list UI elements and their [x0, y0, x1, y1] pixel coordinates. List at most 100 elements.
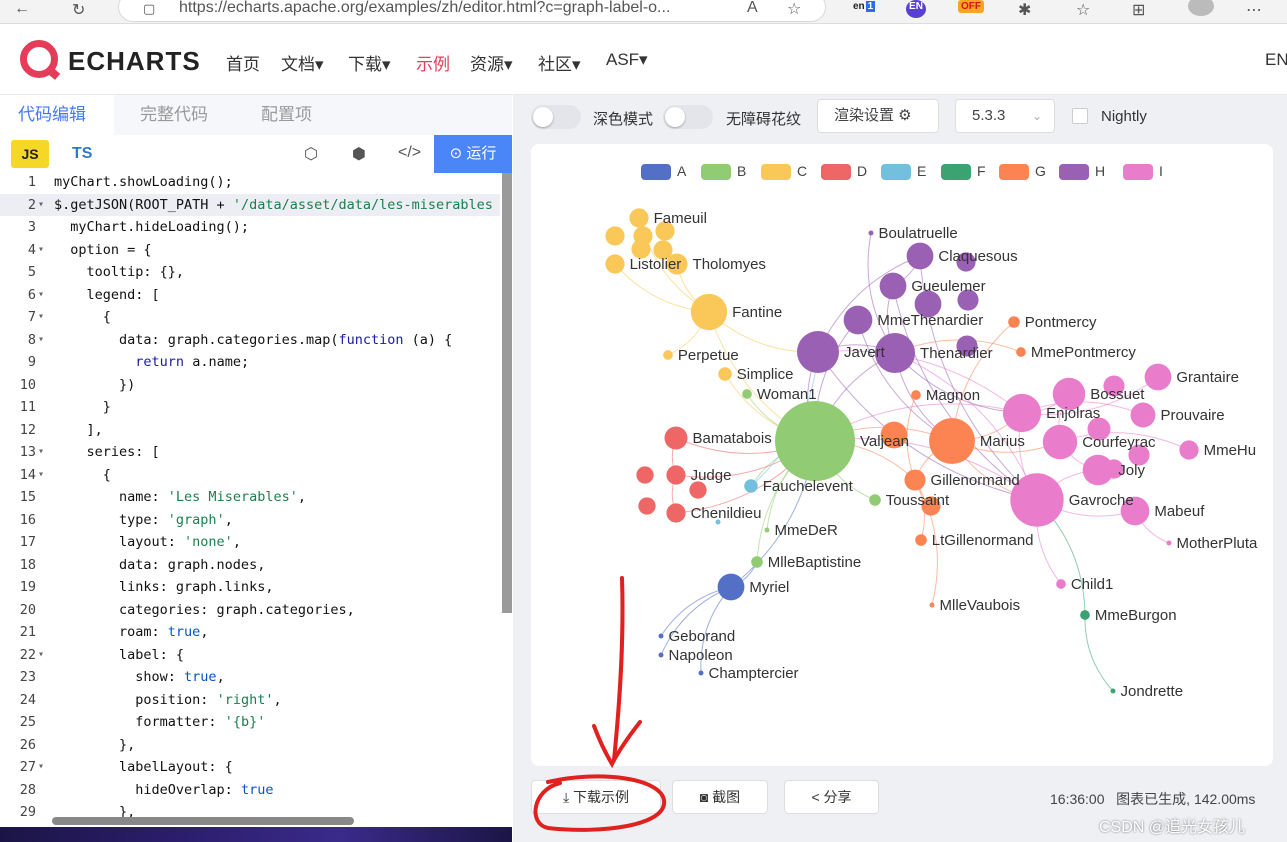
code-line[interactable]: 8 ▾ data: graph.categories.map(function (…	[0, 329, 500, 352]
graph-node[interactable]	[904, 469, 926, 491]
code-line[interactable]: 18 data: graph.nodes,	[0, 554, 500, 577]
js-language-button[interactable]: JS	[11, 140, 49, 168]
graph-node[interactable]	[1080, 610, 1090, 620]
graph-node[interactable]	[906, 242, 934, 270]
fold-arrow-icon[interactable]: ▾	[38, 306, 44, 329]
graph-node[interactable]	[1082, 454, 1114, 486]
code-line[interactable]: 15 name: 'Les Miserables',	[0, 486, 500, 509]
fold-arrow-icon[interactable]: ▾	[38, 194, 44, 217]
fold-arrow-icon[interactable]: ▾	[38, 239, 44, 262]
logo-text[interactable]: ECHARTS	[68, 46, 201, 77]
code-line[interactable]: 23 show: true,	[0, 666, 500, 689]
graph-node[interactable]	[1144, 363, 1172, 391]
graph-node[interactable]	[1008, 316, 1020, 328]
nightly-checkbox[interactable]	[1072, 108, 1088, 124]
favorite-icon[interactable]: ☆	[787, 0, 801, 19]
code-line[interactable]: 16 type: 'graph',	[0, 509, 500, 532]
graph-node[interactable]	[929, 418, 975, 464]
code-line[interactable]: 17 layout: 'none',	[0, 531, 500, 554]
address-bar[interactable]: ▢ https://echarts.apache.org/examples/zh…	[118, 0, 826, 22]
graph-node[interactable]	[690, 293, 728, 331]
tab-full-code[interactable]: 完整代码	[122, 95, 226, 135]
graph-node[interactable]	[843, 305, 873, 335]
graph-node[interactable]	[1130, 402, 1156, 428]
fold-arrow-icon[interactable]: ▾	[38, 329, 44, 352]
graph-node[interactable]	[658, 652, 664, 658]
graph-node[interactable]	[605, 226, 625, 246]
vertical-scrollbar[interactable]	[502, 173, 512, 613]
code-line[interactable]: 5 tooltip: {},	[0, 261, 500, 284]
collections-icon[interactable]: ⊞	[1132, 0, 1145, 20]
code-line[interactable]: 12 ],	[0, 419, 500, 442]
code-line[interactable]: 20 categories: graph.categories,	[0, 599, 500, 622]
read-aloud-icon[interactable]: A	[747, 0, 758, 17]
code-line[interactable]: 4 ▾ option = {	[0, 239, 500, 262]
share-button[interactable]: < 分享	[784, 780, 879, 814]
echarts-logo-icon[interactable]	[20, 40, 58, 78]
graph-node[interactable]	[868, 230, 874, 236]
graph-node[interactable]	[879, 272, 907, 300]
download-example-button[interactable]: ⤓ 下载示例	[531, 780, 661, 814]
translate-extension-icon[interactable]: en 1	[850, 0, 878, 13]
ts-language-button[interactable]: TS	[72, 140, 92, 168]
dark-mode-toggle[interactable]	[531, 105, 581, 129]
code-line[interactable]: 19 links: graph.links,	[0, 576, 500, 599]
screenshot-button[interactable]: ◙ 截图	[672, 780, 768, 814]
favorites-list-icon[interactable]: ☆	[1076, 0, 1090, 20]
nav-home[interactable]: 首页	[226, 50, 260, 75]
horizontal-scrollbar[interactable]	[52, 817, 354, 825]
graph-node[interactable]	[869, 494, 881, 506]
graph-node[interactable]	[744, 479, 758, 493]
code-line[interactable]: 11 }	[0, 396, 500, 419]
fold-arrow-icon[interactable]: ▾	[38, 464, 44, 487]
language-switch[interactable]: EN	[1265, 50, 1287, 70]
graph-node[interactable]	[717, 573, 745, 601]
code-view-icon[interactable]: </>	[398, 144, 421, 162]
graph-node[interactable]	[1166, 540, 1172, 546]
fold-arrow-icon[interactable]: ▾	[38, 644, 44, 667]
graph-node[interactable]	[1042, 424, 1078, 460]
code-line[interactable]: 24 position: 'right',	[0, 689, 500, 712]
code-line[interactable]: 6 ▾ legend: [	[0, 284, 500, 307]
nav-community[interactable]: 社区▾	[538, 50, 581, 75]
graph-node[interactable]	[718, 367, 732, 381]
nav-examples[interactable]: 示例	[416, 50, 450, 75]
graph-node[interactable]	[1179, 440, 1199, 460]
code-line[interactable]: 14 ▾ {	[0, 464, 500, 487]
extensions-icon[interactable]: ✱	[1018, 0, 1031, 20]
graph-node[interactable]	[1056, 579, 1066, 589]
cube-icon[interactable]: ⬢	[352, 144, 366, 164]
graph-node[interactable]	[751, 556, 763, 568]
language-extension-icon[interactable]: EN	[906, 0, 926, 18]
tab-code-edit[interactable]: 代码编辑	[0, 95, 114, 135]
code-line[interactable]: 2 ▾ $.getJSON(ROOT_PATH + '/data/asset/dat…	[0, 193, 500, 217]
graph-node[interactable]	[915, 534, 927, 546]
off-extension-icon[interactable]: OFF	[958, 0, 984, 13]
graph-node[interactable]	[666, 465, 686, 485]
graph-node[interactable]	[698, 670, 704, 676]
graph-chart[interactable]: Fameuil Listolier Tholomyes Fantine Perpetue…	[531, 144, 1273, 766]
more-menu-icon[interactable]: ⋯	[1246, 0, 1262, 20]
code-line[interactable]: 7 ▾ {	[0, 306, 500, 329]
code-line[interactable]: 26 },	[0, 734, 500, 757]
graph-node[interactable]	[663, 350, 673, 360]
code-line[interactable]: 21 roam: true,	[0, 621, 500, 644]
profile-avatar[interactable]	[1188, 0, 1214, 16]
code-line[interactable]: 1 myChart.showLoading();	[0, 173, 500, 194]
graph-node[interactable]	[1110, 688, 1116, 694]
format-icon[interactable]: ⬡	[304, 144, 318, 164]
code-line[interactable]: 10 })	[0, 374, 500, 397]
run-button[interactable]: ⊙ 运行	[434, 135, 512, 173]
code-line[interactable]: 25 formatter: '{b}'	[0, 711, 500, 734]
graph-node[interactable]	[1002, 393, 1042, 433]
accessible-pattern-toggle[interactable]	[663, 105, 713, 129]
graph-node[interactable]	[911, 390, 921, 400]
fold-arrow-icon[interactable]: ▾	[38, 284, 44, 307]
code-line[interactable]: 13 ▾ series: [	[0, 441, 500, 464]
graph-node[interactable]	[666, 503, 686, 523]
render-settings-button[interactable]: 渲染设置 ⚙	[817, 99, 939, 133]
refresh-icon[interactable]: ↻	[72, 0, 85, 20]
graph-node[interactable]	[742, 389, 752, 399]
nav-docs[interactable]: 文档▾	[281, 50, 324, 75]
nav-download[interactable]: 下载▾	[348, 50, 391, 75]
